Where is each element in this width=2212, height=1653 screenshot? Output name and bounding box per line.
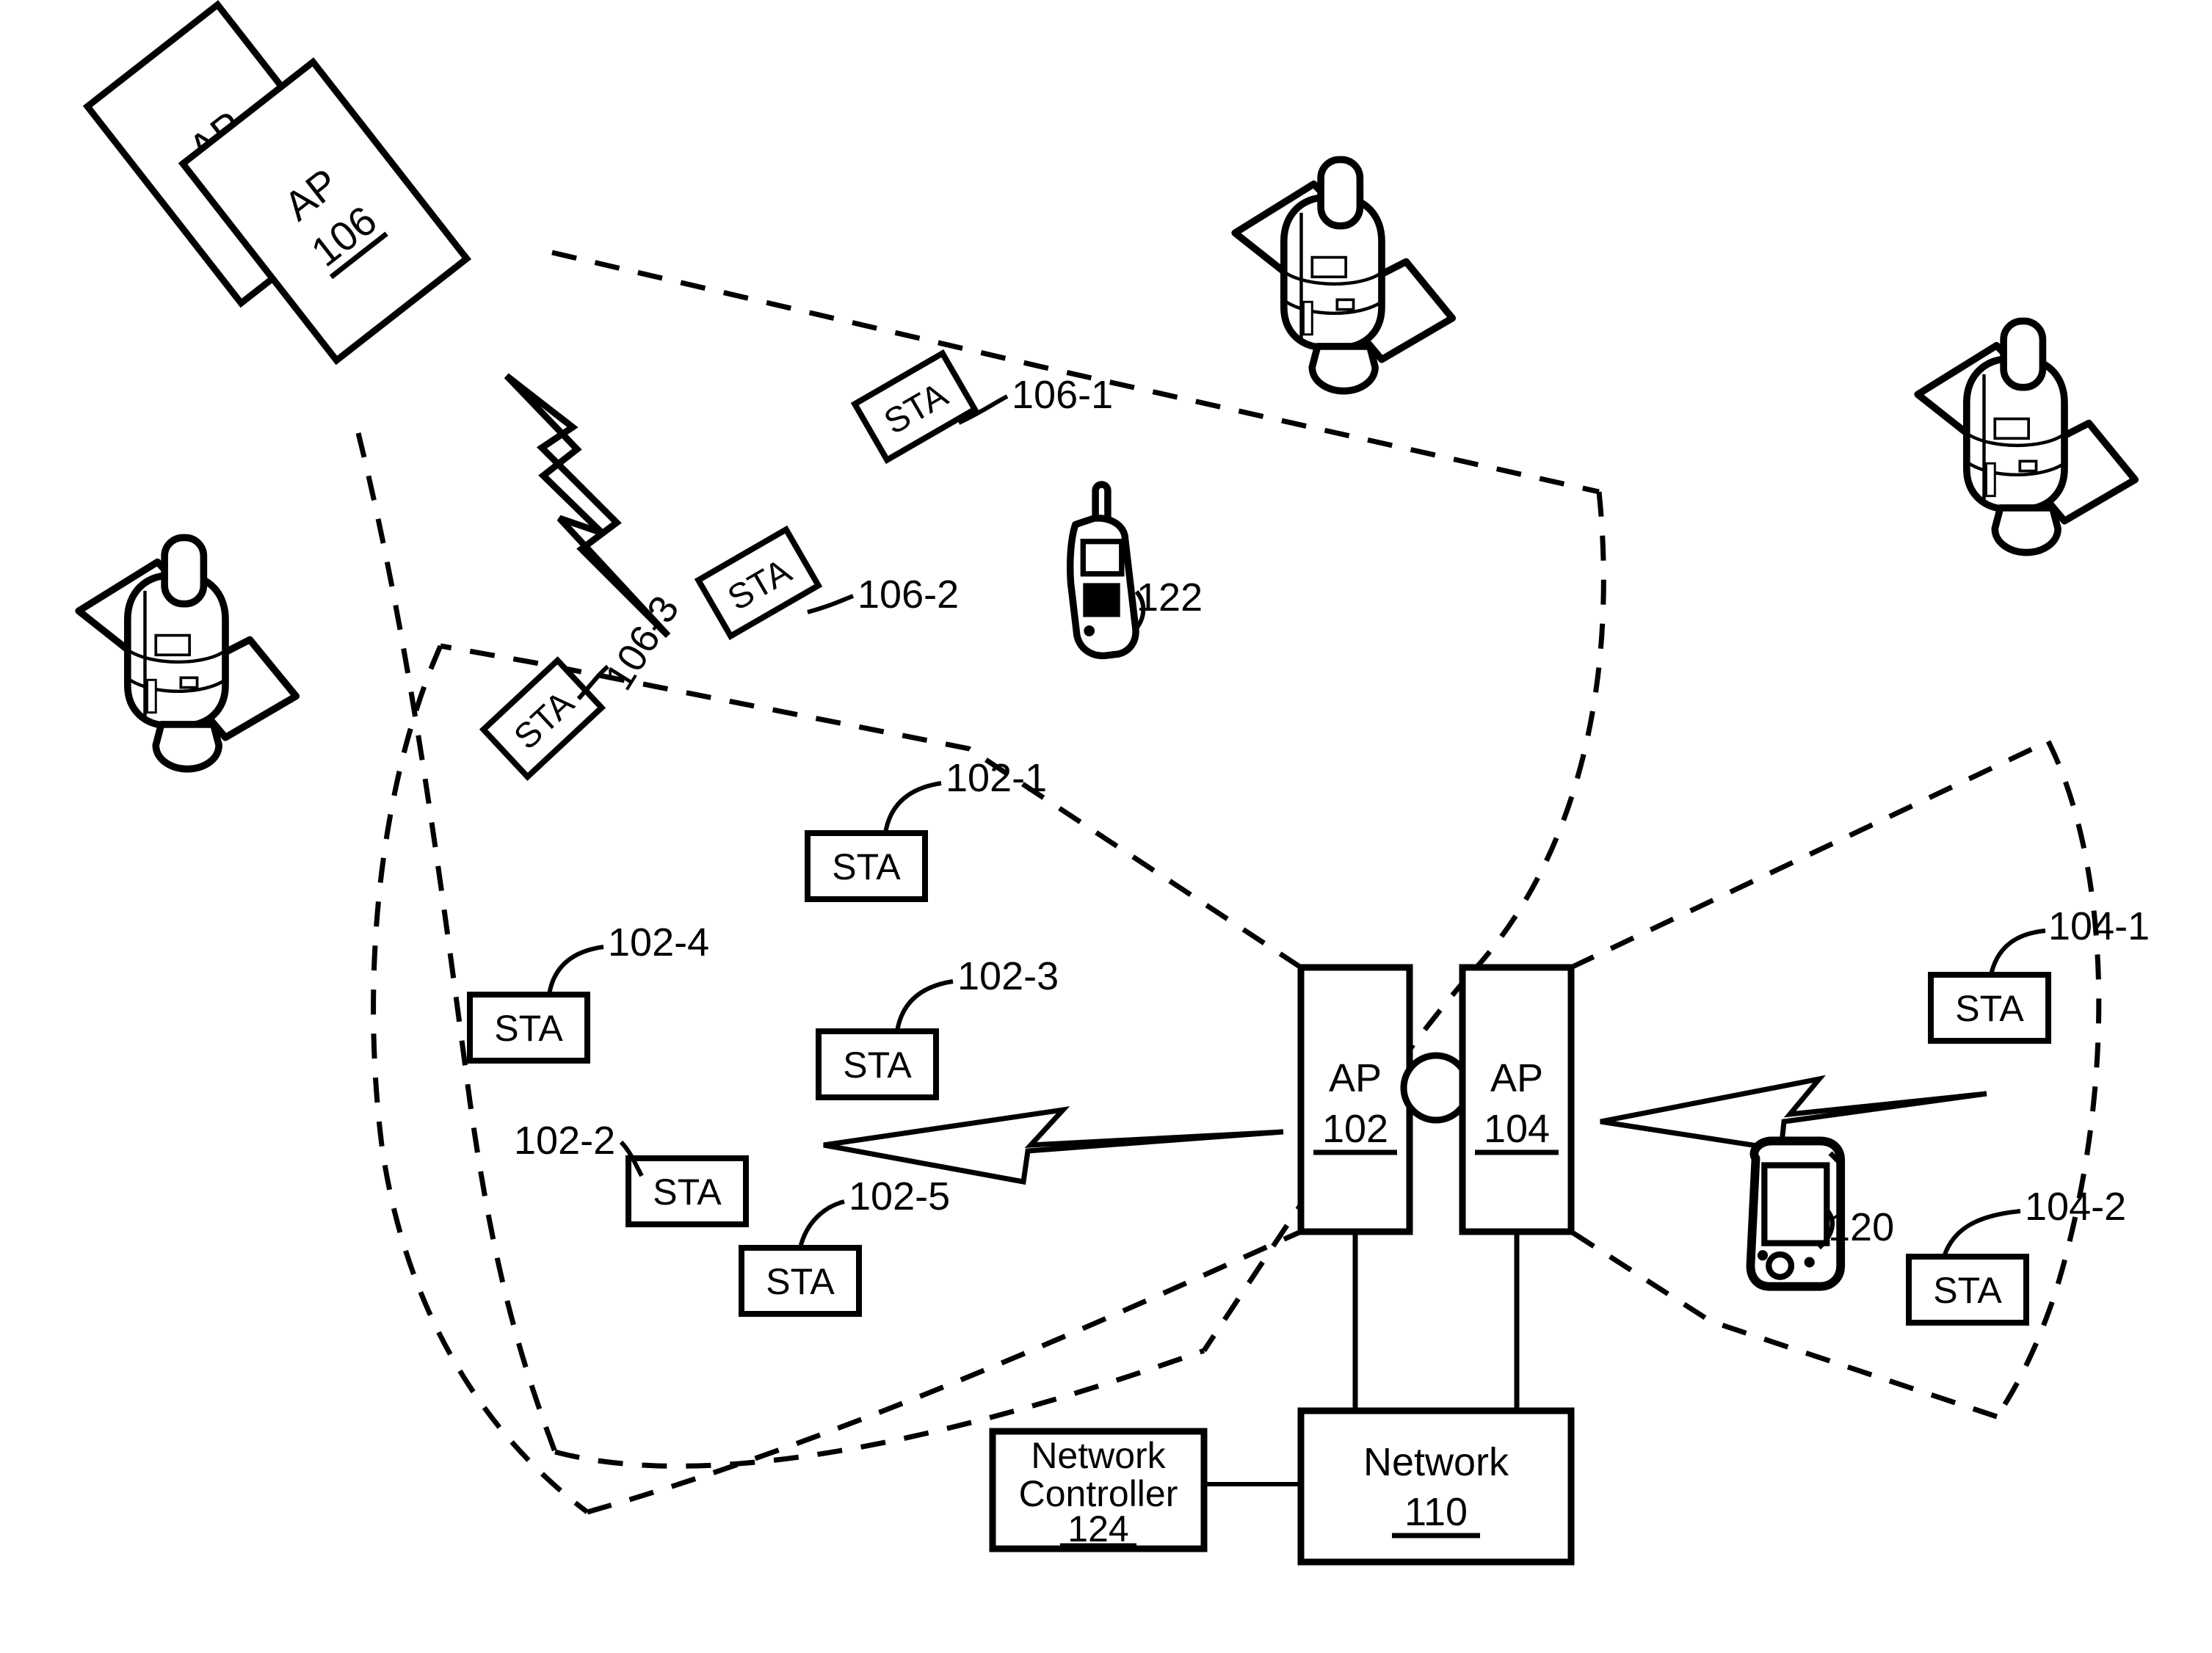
ap-102-ref: 102 (1322, 1107, 1388, 1151)
mobile-phone-122 (1070, 484, 1136, 655)
sta-104-1-leader (1989, 929, 2046, 976)
satellite-right (1918, 321, 2135, 552)
sta-104-1[interactable]: STA (1928, 972, 2051, 1044)
sta-104-1-ref: 104-1 (2048, 904, 2150, 948)
pda-120 (1750, 1141, 1841, 1286)
sta-102-5[interactable]: STA (739, 1245, 862, 1317)
sta-102-2[interactable]: STA (625, 1155, 749, 1227)
sta-104-2-leader (1942, 1209, 2021, 1257)
network-diagram-svg: 122 120 AP 108 AP 106 AP 102 AP 104 (0, 0, 2150, 1566)
sta-106-3[interactable]: STA (479, 656, 606, 781)
sta-106-3-ref: 106-3 (597, 589, 688, 698)
sta-104-2-label: STA (1933, 1270, 2002, 1311)
figure-canvas: 122 120 AP 108 AP 106 AP 102 AP 104 (0, 0, 2212, 1653)
sta-106-1-ref: 106-1 (1012, 373, 1113, 417)
sta-102-5-leader (798, 1199, 845, 1249)
ap-104[interactable]: AP 104 (1459, 964, 1575, 1235)
sta-102-1-ref: 102-1 (946, 756, 1047, 800)
ap-102-104-interconnect-circle (1400, 1052, 1472, 1124)
device-ref-120: 120 (1828, 1205, 1894, 1249)
network-ref: 110 (1404, 1490, 1468, 1534)
rf-link-ap106-bolt (504, 373, 671, 639)
device-ref-122: 122 (1136, 575, 1203, 620)
sta-106-1[interactable]: STA (850, 349, 979, 465)
network-box[interactable] (1297, 1407, 1575, 1566)
sta-102-3-leader (895, 979, 954, 1032)
ap-102[interactable]: AP 102 (1297, 964, 1413, 1235)
sta-106-2-ref: 106-2 (857, 573, 959, 617)
ap-104-ref: 104 (1484, 1107, 1550, 1151)
sta-102-4-ref: 102-4 (608, 920, 709, 964)
network-node[interactable]: Network 110 (1297, 1407, 1575, 1566)
sta-102-3-ref: 102-3 (957, 954, 1059, 998)
sta-102-3[interactable]: STA (816, 1028, 939, 1100)
network-label: Network (1363, 1440, 1509, 1484)
satellite-left (79, 537, 296, 769)
network-controller-node[interactable]: Network Controller 124 (989, 1428, 1208, 1552)
sta-102-5-label: STA (766, 1261, 835, 1302)
ap-104-title: AP (1490, 1056, 1543, 1100)
sta-104-2[interactable]: STA (1906, 1254, 2029, 1326)
sta-102-3-label: STA (843, 1045, 912, 1086)
sta-102-1-label: STA (832, 846, 901, 887)
sta-102-1-leader (883, 781, 942, 834)
sta-104-2-ref: 104-2 (2025, 1185, 2126, 1229)
sta-102-1[interactable]: STA (805, 830, 928, 902)
sta-104-1-label: STA (1955, 988, 2024, 1029)
sta-106-2[interactable]: STA (694, 525, 823, 641)
satellite-center (1235, 159, 1452, 390)
sta-102-2-label: STA (653, 1171, 722, 1213)
rf-link-ap102-bolt (823, 1106, 1284, 1185)
sta-102-5-ref: 102-5 (849, 1174, 950, 1218)
sta-106-2-leader (807, 594, 855, 614)
sta-102-4-label: STA (494, 1008, 563, 1049)
sta-102-4[interactable]: STA (467, 992, 590, 1064)
coverage-area-106 (355, 250, 1606, 1469)
network-controller-line1: Network (1031, 1435, 1166, 1476)
sta-102-4-leader (547, 945, 604, 995)
ap-102-title: AP (1329, 1056, 1382, 1100)
sta-102-2-ref: 102-2 (514, 1119, 615, 1163)
